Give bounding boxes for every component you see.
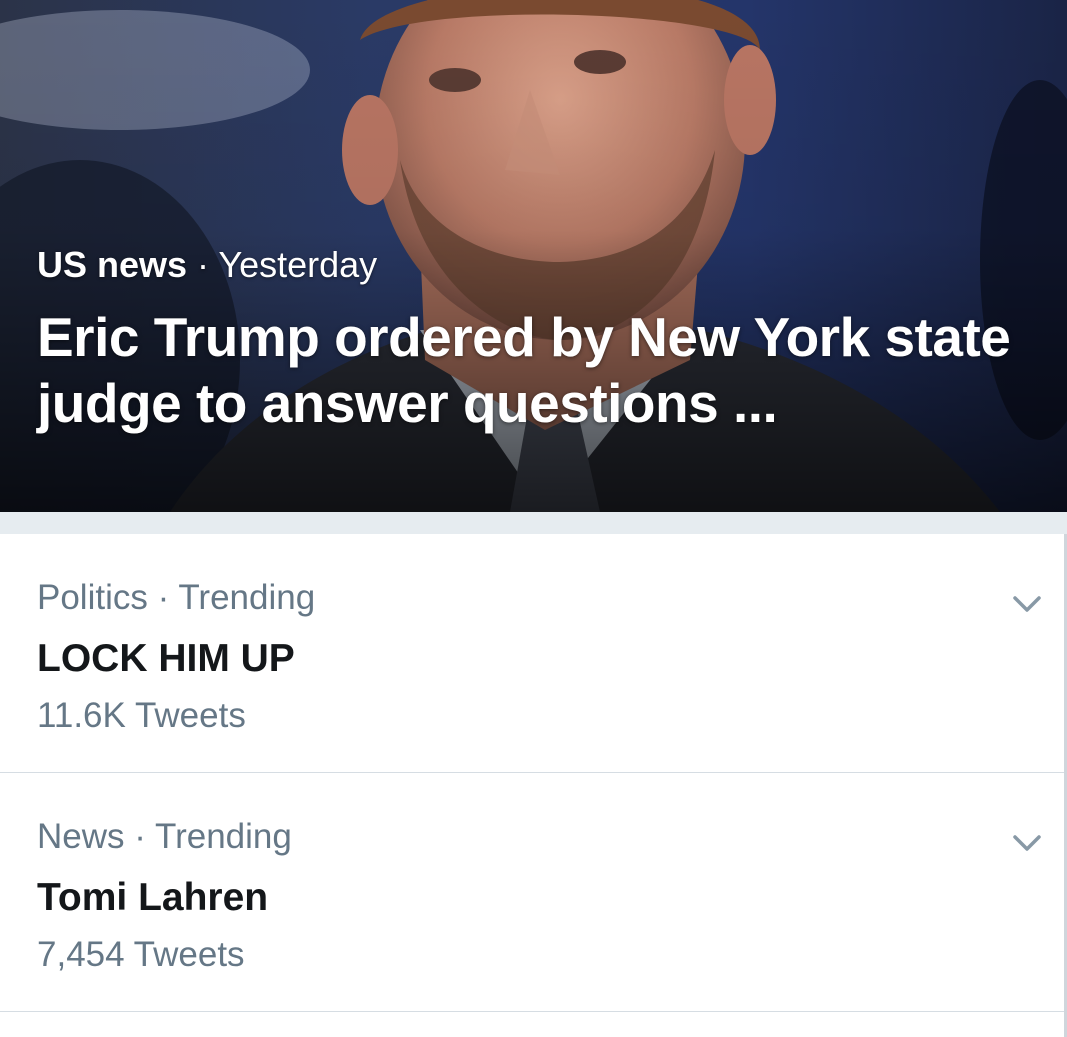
trend-tweet-count: 11.6K Tweets xyxy=(37,696,246,735)
news-headline[interactable]: Eric Trump ordered by New York state jud… xyxy=(37,304,1037,436)
trend-context: News · Trending xyxy=(37,817,292,856)
trend-title: LOCK HIM UP xyxy=(37,637,295,680)
news-category: US news xyxy=(37,244,188,285)
chevron-down-icon[interactable] xyxy=(1009,825,1045,861)
featured-news-card[interactable]: US news · Yesterday Eric Trump ordered b… xyxy=(0,0,1067,512)
trend-title: Tomi Lahren xyxy=(37,876,269,919)
trend-item[interactable]: News · Trending Tomi Lahren 7,454 Tweets xyxy=(0,773,1067,1012)
explore-page: US news · Yesterday Eric Trump ordered b… xyxy=(0,0,1067,1037)
trend-context: Politics · Trending xyxy=(37,578,316,617)
news-meta: US news · Yesterday xyxy=(37,240,1037,290)
news-time: Yesterday xyxy=(218,244,378,285)
trend-item[interactable]: Politics · Trending LOCK HIM UP 11.6K Tw… xyxy=(0,534,1067,773)
featured-news-text: US news · Yesterday Eric Trump ordered b… xyxy=(37,240,1037,436)
trend-tweet-count: 7,454 Tweets xyxy=(37,935,245,974)
section-divider xyxy=(0,512,1067,534)
chevron-down-icon[interactable] xyxy=(1009,586,1045,622)
meta-separator: · xyxy=(187,244,219,285)
